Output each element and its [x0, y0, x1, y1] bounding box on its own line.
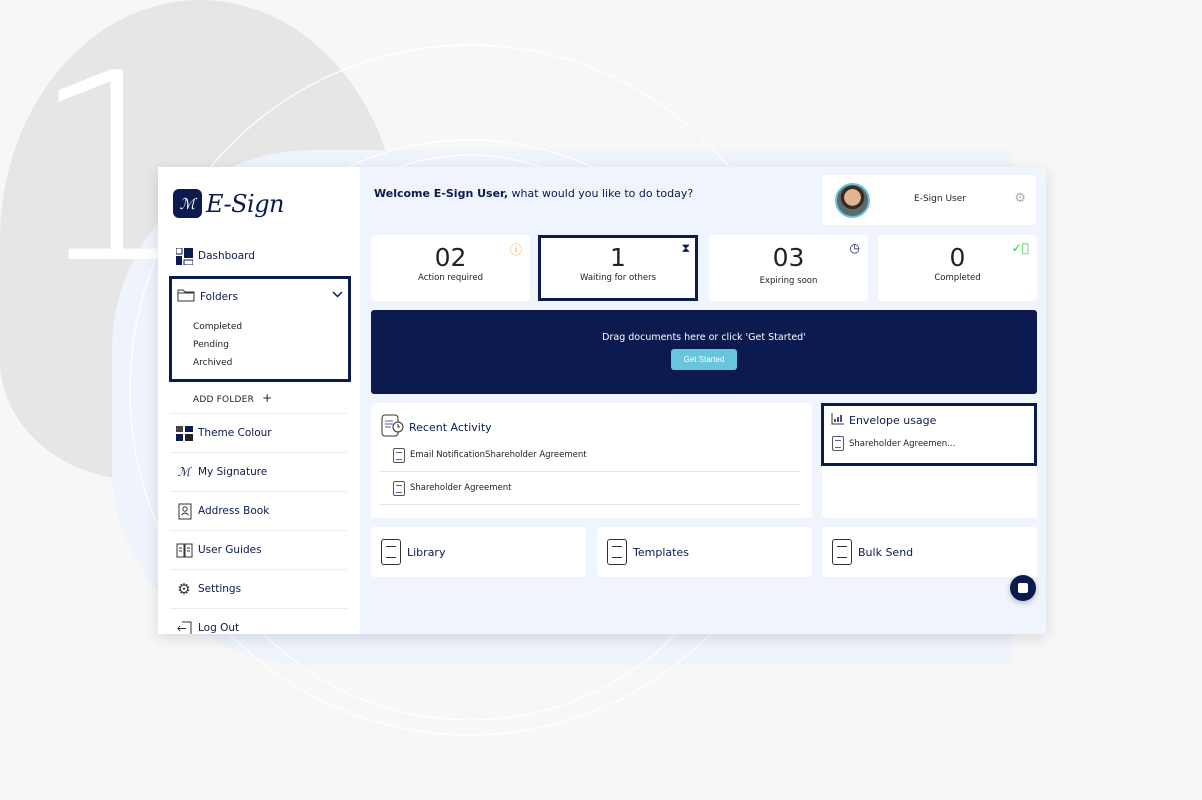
app-window: ℳ E-Sign Dashboard Folders Completed Pen… — [158, 167, 1046, 634]
envelope-usage-header: Envelope usage — [831, 413, 936, 428]
logout-icon — [175, 619, 193, 634]
sidebar-item-label: User Guides — [198, 544, 262, 556]
recent-activity-title: Recent Activity — [409, 421, 492, 434]
welcome-rest: what would you like to do today? — [508, 187, 694, 200]
envelope-item-label: Shareholder Agreemen... — [849, 438, 956, 449]
folder-item-archived[interactable]: Archived — [193, 358, 232, 368]
quick-link-label: Templates — [633, 545, 689, 559]
stat-label: Waiting for others — [579, 273, 657, 283]
dashboard-icon — [175, 247, 193, 265]
stat-label: Action required — [418, 273, 483, 283]
bar-chart-icon — [831, 413, 844, 428]
folder-icon — [177, 288, 195, 305]
stat-waiting-for-others[interactable]: ⧗ 1 Waiting for others — [538, 235, 698, 301]
folders-section: Folders Completed Pending Archived — [169, 276, 351, 382]
welcome-bold: Welcome E-Sign User, — [374, 187, 509, 200]
chat-icon — [1018, 583, 1028, 593]
sidebar-item-label: Theme Colour — [198, 427, 272, 439]
sidebar: ℳ E-Sign Dashboard Folders Completed Pen… — [158, 167, 360, 634]
sidebar-item-my-signature[interactable]: ℳ My Signature — [175, 463, 347, 481]
stat-expiring-soon[interactable]: ◷ 03 Expiring soon — [709, 235, 868, 301]
activity-item[interactable]: Shareholder Agreement — [379, 472, 800, 505]
templates-icon — [607, 539, 627, 565]
activity-item-label: Email NotificationShareholder Agreement — [410, 450, 587, 460]
activity-icon — [381, 414, 405, 441]
logo[interactable]: ℳ E-Sign — [173, 189, 285, 218]
chevron-down-icon[interactable] — [332, 288, 343, 301]
sidebar-item-log-out[interactable]: Log Out — [175, 619, 347, 634]
quick-link-label: Bulk Send — [858, 545, 914, 559]
alert-icon: ⓘ — [509, 243, 522, 257]
stat-action-required[interactable]: ⓘ 02 Action required — [371, 235, 530, 301]
bulk-send-button[interactable]: Bulk Send — [822, 527, 1037, 577]
address-book-icon — [175, 502, 193, 520]
sidebar-item-theme-colour[interactable]: Theme Colour — [175, 424, 347, 442]
folders-toggle[interactable]: Folders — [177, 288, 238, 305]
sidebar-item-dashboard[interactable]: Dashboard — [175, 247, 347, 265]
logo-icon: ℳ — [173, 189, 202, 218]
add-folder-button[interactable]: ADD FOLDER + — [193, 391, 272, 405]
stat-completed[interactable]: ✓⃝ 0 Completed — [878, 235, 1037, 301]
avatar — [835, 183, 870, 218]
upload-dropzone[interactable]: Drag documents here or click 'Get Starte… — [371, 310, 1037, 394]
folders-label: Folders — [200, 290, 238, 303]
bulk-send-icon — [832, 539, 852, 565]
hourglass-icon: ⧗ — [681, 241, 690, 255]
sidebar-item-label: Address Book — [198, 505, 270, 517]
get-started-button[interactable]: Get Started — [670, 349, 738, 370]
folder-item-completed[interactable]: Completed — [193, 322, 242, 332]
sidebar-item-settings[interactable]: ⚙ Settings — [175, 580, 347, 598]
check-icon: ✓⃝ — [1011, 241, 1029, 255]
chat-button[interactable] — [1010, 575, 1036, 601]
user-card[interactable]: E-Sign User ⚙ — [822, 175, 1036, 225]
divider — [170, 608, 347, 609]
divider — [170, 413, 347, 414]
theme-icon — [175, 424, 193, 442]
library-icon — [381, 539, 401, 565]
activity-item-label: Shareholder Agreement — [410, 483, 512, 493]
document-icon — [832, 436, 844, 451]
recent-activity-panel: Recent Activity Email NotificationShareh… — [371, 403, 812, 518]
book-icon — [175, 541, 193, 559]
dropzone-text: Drag documents here or click 'Get Starte… — [602, 332, 806, 343]
sidebar-item-label: Log Out — [198, 622, 240, 634]
stat-label: Expiring soon — [759, 276, 818, 286]
settings-icon[interactable]: ⚙ — [1014, 191, 1026, 206]
plus-icon: + — [262, 391, 273, 405]
document-icon — [393, 480, 405, 496]
templates-button[interactable]: Templates — [597, 527, 812, 577]
recent-activity-header: Recent Activity — [381, 414, 492, 441]
sidebar-item-label: My Signature — [198, 466, 268, 478]
user-name: E-Sign User — [914, 194, 966, 204]
welcome-message: Welcome E-Sign User, what would you like… — [374, 187, 693, 200]
logo-text: E-Sign — [206, 189, 285, 218]
divider — [170, 491, 347, 492]
activity-item[interactable]: Email NotificationShareholder Agreement — [379, 439, 800, 472]
divider — [170, 569, 347, 570]
add-folder-label: ADD FOLDER — [193, 395, 255, 405]
envelope-usage-highlight: Envelope usage Shareholder Agreemen... — [821, 403, 1037, 466]
sidebar-item-label: Settings — [198, 583, 242, 595]
stat-value: 02 — [434, 243, 467, 272]
folder-item-pending[interactable]: Pending — [193, 340, 229, 350]
envelope-usage-title: Envelope usage — [849, 414, 937, 427]
gear-icon: ⚙ — [177, 580, 191, 598]
sidebar-item-address-book[interactable]: Address Book — [175, 502, 347, 520]
clock-icon: ◷ — [849, 241, 860, 255]
stat-value: 1 — [610, 243, 626, 272]
signature-icon: ℳ — [177, 465, 191, 479]
document-icon — [393, 447, 405, 463]
divider — [170, 452, 347, 453]
library-button[interactable]: Library — [371, 527, 586, 577]
sidebar-item-label: Dashboard — [198, 250, 255, 262]
divider — [170, 530, 347, 531]
sidebar-item-user-guides[interactable]: User Guides — [175, 541, 347, 559]
stat-label: Completed — [934, 273, 981, 283]
main-content: Welcome E-Sign User, what would you like… — [360, 167, 1046, 634]
stat-value: 03 — [772, 243, 805, 272]
quick-link-label: Library — [407, 545, 446, 559]
envelope-item[interactable]: Shareholder Agreemen... — [832, 436, 955, 451]
